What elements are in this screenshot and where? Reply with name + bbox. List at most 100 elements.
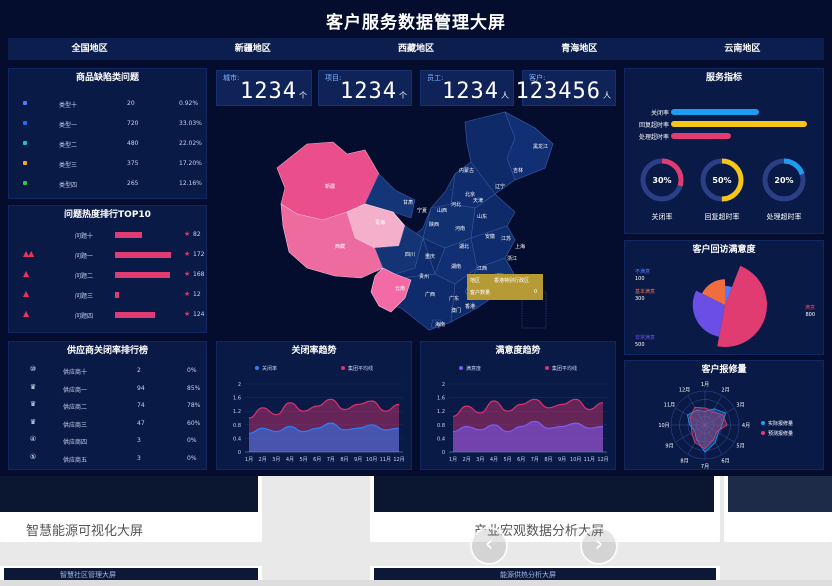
stat-value: 1234 xyxy=(340,79,397,104)
defect-percent: 0.92% xyxy=(179,100,199,107)
legend-dot xyxy=(23,181,27,185)
radar-axis-label: 6月 xyxy=(721,459,729,465)
defect-name: 类型一 xyxy=(59,122,78,129)
gallery-caption[interactable]: 智慧能源可视化大屏 xyxy=(26,520,143,539)
region-tab[interactable]: 全国地区 xyxy=(8,38,171,60)
region-tab[interactable]: 青海地区 xyxy=(498,38,661,60)
defect-row: 类型十 20 0.92% xyxy=(9,97,208,111)
supplier-name: 供应商四 xyxy=(63,439,88,446)
rank-icon: ♛ xyxy=(29,400,37,408)
service-bar-fill xyxy=(671,133,731,139)
flame-icon: ▲ xyxy=(23,269,29,278)
service-bar-track xyxy=(671,109,813,115)
region-tab[interactable]: 新疆地区 xyxy=(171,38,334,60)
panel-title: 供应商关闭率排行榜 xyxy=(66,346,148,356)
legend-label: 关闭率 xyxy=(262,365,277,372)
stat-unit: 人 xyxy=(603,91,611,100)
star-icon: ★ xyxy=(184,310,191,318)
map-label: 海南 xyxy=(435,321,445,328)
china-map[interactable]: 黑龙江吉林辽宁 内蒙古北京天津河北山西山东河南 陕西宁夏甘肃 新疆青海西藏四川 重庆 湖北… xyxy=(215,108,620,340)
pie-label-name: 不满意 xyxy=(635,268,650,275)
pie-label-name: 满意 xyxy=(805,304,815,311)
x-tick-label: 7月 xyxy=(531,457,539,463)
map-label: 吉林 xyxy=(513,167,523,174)
stat-label: 城市: xyxy=(223,74,240,82)
map-label: 广西 xyxy=(425,291,435,298)
hot-issue-value: 82 xyxy=(193,231,201,238)
map-label: 山西 xyxy=(437,207,447,214)
supplier-name: 供应商五 xyxy=(63,456,88,464)
legend-label: 集团平均线 xyxy=(552,365,577,372)
service-bar-label: 处理超时率 xyxy=(638,134,669,141)
pie-label-value: 100 xyxy=(635,276,645,282)
satisfaction-trend-panel: 满意度趋势 满意度 集团平均线 0 0.4 0.8 1.2 1.6 2 1月 2月 3月 4月 5月 6月… xyxy=(420,341,616,470)
map-label: 青海 xyxy=(375,219,385,226)
star-icon: ★ xyxy=(184,230,191,238)
service-bar-row: 关闭率 xyxy=(625,107,825,117)
stat-card-project: 项目: 1234 个 xyxy=(318,70,412,106)
service-bar-label: 关闭率 xyxy=(650,110,669,117)
hot-issue-row: ▲ 问题二 ★ 168 xyxy=(9,268,208,282)
legend-label: 预测报修量 xyxy=(768,430,793,437)
x-tick-label: 8月 xyxy=(544,457,552,463)
defect-row: 类型三 375 17.20% xyxy=(9,157,208,171)
hot-issue-bar xyxy=(115,272,170,278)
y-tick-label: 0.8 xyxy=(233,423,241,429)
service-bar-fill xyxy=(671,109,760,115)
x-tick-label: 12月 xyxy=(393,457,404,463)
rank-icon: ♛ xyxy=(29,417,37,426)
defect-count: 720 xyxy=(127,120,139,127)
supplier-row: ⑩ 供应商十 2 0% xyxy=(9,364,208,378)
map-label: 宁夏 xyxy=(417,207,427,214)
supplier-row: ④ 供应商四 3 0% xyxy=(9,434,208,448)
y-tick-label: 0.8 xyxy=(437,423,445,429)
map-label: 上海 xyxy=(515,243,525,250)
x-tick-label: 1月 xyxy=(245,457,253,463)
supplier-percent: 0% xyxy=(187,367,197,374)
y-tick-label: 0 xyxy=(442,450,445,456)
gauge-value: 50% xyxy=(712,176,731,185)
region-tab[interactable]: 云南地区 xyxy=(661,38,824,60)
supplier-name: 供应商三 xyxy=(63,421,88,429)
panel-title: 客户报修量 xyxy=(701,365,747,375)
radar-axis-label: 9月 xyxy=(665,444,673,450)
x-tick-label: 6月 xyxy=(517,457,525,463)
hot-issue-bar xyxy=(115,252,171,258)
map-label: 广东 xyxy=(449,295,459,302)
hot-issue-row: ▲▲ 问题一 ★ 172 xyxy=(9,248,208,262)
map-label: 河南 xyxy=(455,225,465,232)
defect-percent: 33.03% xyxy=(179,120,202,127)
defect-row: 类型二 480 22.02% xyxy=(9,137,208,151)
x-tick-label: 9月 xyxy=(558,457,566,463)
star-icon: ★ xyxy=(184,290,191,298)
star-icon: ★ xyxy=(184,250,191,258)
close-rate-trend-panel: 关闭率趋势 关闭率 集团平均线 0 0.4 0.8 1.2 1.6 2 1月 2月 3月 4月 5月 6月… xyxy=(216,341,412,470)
stat-card-city: 城市: 1234 个 xyxy=(216,70,312,106)
close-rate-trend-chart: 关闭率 集团平均线 0 0.4 0.8 1.2 1.6 2 1月 2月 3月 4月 5月 6月 7月 8月 9月… xyxy=(233,365,405,463)
stat-label: 项目: xyxy=(325,74,342,82)
gallery-thumbnail xyxy=(0,476,258,512)
pie-label-value: 300 xyxy=(635,296,645,302)
supplier-value: 3 xyxy=(137,437,141,444)
radar-axis-label: 10月 xyxy=(658,423,669,429)
region-tab[interactable]: 西藏地区 xyxy=(334,38,497,60)
defect-percent: 22.02% xyxy=(179,140,202,147)
customer-satisfaction-panel: 客户回访满意度 不满意 100 基本满意 300 非常满意 500 满意 800 xyxy=(624,240,824,355)
pie-slice[interactable] xyxy=(717,265,767,347)
defect-name: 类型三 xyxy=(59,162,78,169)
carousel-prev-button[interactable]: ‹ xyxy=(470,527,508,565)
legend-dot xyxy=(23,161,27,165)
radar-axis-label: 11月 xyxy=(664,403,675,409)
service-bar-label: 回复超时率 xyxy=(638,122,669,129)
radar-axis-label: 5月 xyxy=(736,444,744,450)
map-label: 河北 xyxy=(451,201,461,208)
carousel-next-button[interactable]: › xyxy=(580,527,618,565)
hot-issue-value: 124 xyxy=(193,311,205,318)
map-label: 江西 xyxy=(477,265,487,272)
rank-icon: ④ xyxy=(29,435,37,443)
hot-issue-bar xyxy=(115,312,156,318)
x-tick-label: 11月 xyxy=(380,457,391,463)
service-bar-fill xyxy=(671,121,808,127)
x-tick-label: 1月 xyxy=(449,457,457,463)
service-bar-row: 回复超时率 xyxy=(625,119,825,129)
